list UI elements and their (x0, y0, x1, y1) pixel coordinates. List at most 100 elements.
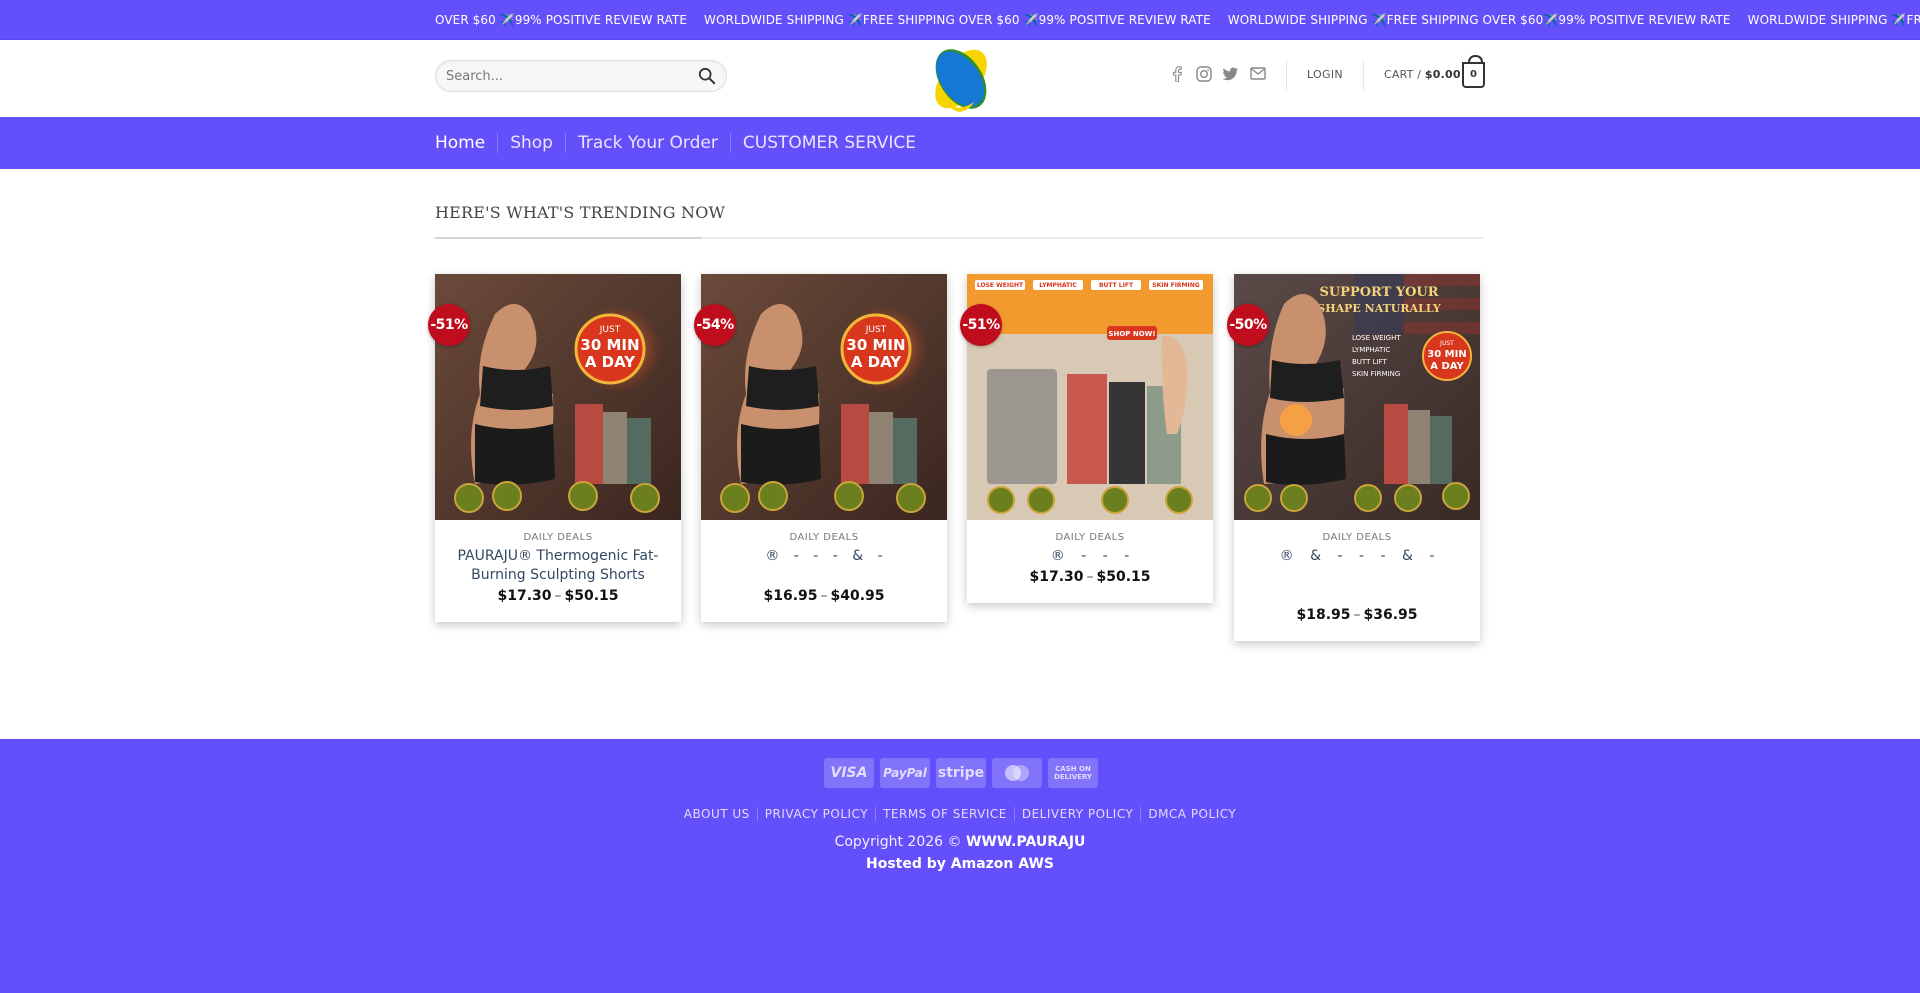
mastercard-icon (992, 758, 1042, 788)
product-card[interactable]: JUST 30 MIN A DAY -51% DAILY DEALS PAURA… (428, 274, 681, 622)
footer-link-privacy[interactable]: PRIVACY POLICY (756, 807, 875, 821)
image-caption: BUTT LIFT (1099, 282, 1134, 289)
product-title[interactable]: ® - - - (981, 547, 1199, 566)
copyright-prefix: Copyright 2026 © (834, 834, 962, 850)
product-category[interactable]: DAILY DEALS (1234, 532, 1480, 543)
search-button[interactable] (698, 67, 718, 87)
product-image[interactable]: JUST 30 MIN A DAY (435, 274, 681, 520)
nav-item-track-order[interactable]: Track Your Order (564, 133, 730, 153)
product-price: $17.30– $50.15 (1029, 569, 1151, 585)
price-max: $50.15 (564, 588, 619, 604)
product-category[interactable]: DAILY DEALS (701, 532, 947, 543)
image-caption: A DAY (585, 353, 636, 371)
image-caption: BUTT LIFT (1352, 358, 1387, 366)
image-caption: SHOP NOW! (1108, 330, 1155, 338)
search-input[interactable] (446, 61, 686, 91)
footer-link-terms[interactable]: TERMS OF SERVICE (875, 807, 1014, 821)
copyright: Copyright 2026 © WWW.PAURAJU (0, 834, 1920, 850)
image-caption: SKIN FIRMING (1352, 370, 1400, 378)
site-footer: VISA PayPal stripe CASH ON DELIVERY ABOU… (0, 739, 1920, 993)
logo-icon (935, 49, 987, 112)
image-caption: 30 MIN (846, 336, 905, 354)
envelope-icon (1249, 67, 1266, 80)
facebook-link[interactable] (1168, 65, 1185, 82)
footer-link-delivery[interactable]: DELIVERY POLICY (1013, 807, 1140, 821)
image-caption: SHAPE NATURALLY (1317, 302, 1441, 315)
price-max: $50.15 (1096, 569, 1151, 585)
search-icon (698, 67, 716, 85)
announcement-marquee: OVER $60 ✈️99% POSITIVE REVIEW RATE WORL… (435, 0, 1920, 39)
main-navigation: Home Shop Track Your Order CUSTOMER SERV… (0, 117, 1920, 169)
header-divider (1363, 60, 1364, 90)
image-caption: A DAY (851, 353, 902, 371)
product-image[interactable]: LOSE WEIGHT LYMPHATIC BUTT LIFT SKIN FIR… (967, 274, 1213, 520)
search-form (435, 60, 727, 92)
cart-count-icon[interactable]: 0 (1462, 55, 1485, 88)
stripe-icon: stripe (936, 758, 986, 788)
discount-badge: -51% (428, 304, 470, 346)
product-price: $16.95– $40.95 (763, 588, 885, 604)
product-title[interactable]: PAURAJU® Thermogenic Fat-Burning Sculpti… (449, 547, 667, 585)
announcement-bar: OVER $60 ✈️99% POSITIVE REVIEW RATE WORL… (0, 0, 1920, 40)
header-divider (1286, 60, 1287, 90)
discount-badge: -51% (960, 304, 1002, 346)
product-photo: LOSE WEIGHT LYMPHATIC BUTT LIFT SKIN FIR… (967, 274, 1213, 520)
site-header: LOGIN CART / $0.00 0 (0, 40, 1920, 117)
product-category[interactable]: DAILY DEALS (967, 532, 1213, 543)
price-min: $17.30 (497, 588, 552, 604)
footer-link-about[interactable]: ABOUT US (677, 807, 757, 821)
price-min: $18.95 (1296, 607, 1351, 623)
paypal-icon: PayPal (880, 758, 930, 788)
product-title[interactable]: ® - - - & - (715, 547, 933, 585)
product-title[interactable]: ® & - - - & - (1248, 547, 1466, 604)
cart-link[interactable]: CART / $0.00 (1384, 68, 1461, 81)
image-caption: LOSE WEIGHT (1352, 334, 1401, 342)
product-price: $17.30– $50.15 (497, 588, 619, 604)
price-max: $36.95 (1363, 607, 1418, 623)
announcement-item: WORLDWIDE SHIPPING ✈️FREE SHIPPING OVER … (1747, 13, 1920, 27)
image-caption: A DAY (1430, 361, 1464, 372)
discount-badge: -50% (1227, 304, 1269, 346)
facebook-icon (1172, 65, 1182, 82)
site-logo[interactable] (930, 42, 992, 116)
image-caption: 30 MIN (580, 336, 639, 354)
product-image[interactable]: SUPPORT YOUR SHAPE NATURALLY LOSE WEIGHT… (1234, 274, 1480, 520)
discount-badge: -54% (694, 304, 736, 346)
image-caption: JUST (1439, 340, 1454, 347)
login-link[interactable]: LOGIN (1307, 68, 1343, 81)
social-links (1168, 65, 1266, 82)
image-caption: LYMPHATIC (1352, 346, 1390, 354)
instagram-link[interactable] (1195, 65, 1212, 82)
image-caption: JUST (865, 325, 887, 335)
image-caption: 30 MIN (1427, 349, 1466, 360)
image-caption: SUPPORT YOUR (1319, 285, 1438, 300)
nav-item-customer-service[interactable]: CUSTOMER SERVICE (729, 133, 928, 153)
image-caption: SKIN FIRMING (1152, 282, 1199, 289)
price-max: $40.95 (830, 588, 885, 604)
instagram-icon (1195, 65, 1212, 82)
image-caption: LYMPHATIC (1039, 282, 1077, 289)
email-link[interactable] (1249, 65, 1266, 82)
footer-link-dmca[interactable]: DMCA POLICY (1140, 807, 1243, 821)
cart-label: CART / (1384, 68, 1422, 81)
product-card[interactable]: LOSE WEIGHT LYMPHATIC BUTT LIFT SKIN FIR… (960, 274, 1213, 603)
cash-on-delivery-icon: CASH ON DELIVERY (1048, 758, 1098, 788)
product-category[interactable]: DAILY DEALS (435, 532, 681, 543)
product-card[interactable]: SUPPORT YOUR SHAPE NATURALLY LOSE WEIGHT… (1227, 274, 1480, 641)
product-card[interactable]: JUST 30 MIN A DAY -54% DAILY DEALS ® - -… (694, 274, 947, 622)
payment-icons: VISA PayPal stripe CASH ON DELIVERY (824, 758, 1098, 788)
visa-icon: VISA (824, 758, 874, 788)
image-caption: JUST (599, 325, 621, 335)
nav-item-home[interactable]: Home (435, 133, 497, 153)
price-min: $17.30 (1029, 569, 1084, 585)
announcement-item: WORLDWIDE SHIPPING ✈️FREE SHIPPING OVER … (1227, 13, 1731, 27)
product-photo: JUST 30 MIN A DAY (701, 274, 947, 520)
product-image[interactable]: JUST 30 MIN A DAY (701, 274, 947, 520)
twitter-link[interactable] (1222, 65, 1239, 82)
copyright-site[interactable]: WWW.PAURAJU (966, 834, 1085, 850)
price-min: $16.95 (763, 588, 818, 604)
product-photo: JUST 30 MIN A DAY (435, 274, 681, 520)
cart-total: $0.00 (1424, 68, 1461, 81)
nav-item-shop[interactable]: Shop (497, 133, 565, 153)
announcement-item: WORLDWIDE SHIPPING ✈️FREE SHIPPING OVER … (704, 13, 1211, 27)
